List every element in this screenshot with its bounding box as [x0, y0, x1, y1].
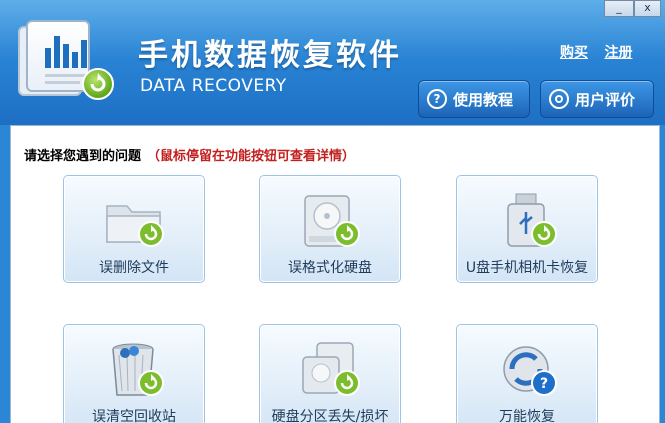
window-frame-left	[0, 125, 10, 423]
tile-label: 误删除文件	[99, 260, 169, 276]
register-link[interactable]: 注册	[604, 45, 632, 61]
buy-link[interactable]: 购买	[560, 45, 588, 61]
tile-label: 误清空回收站	[92, 409, 176, 423]
review-icon	[549, 89, 569, 109]
window-controls: _ x	[604, 0, 661, 17]
app-subtitle: DATA RECOVERY	[140, 76, 287, 96]
prompt-hint: （鼠标停留在功能按钮可查看详情）	[147, 149, 356, 164]
header-links: 购买 注册	[560, 42, 644, 62]
user-review-button[interactable]: 用户评价	[540, 80, 654, 118]
tutorial-label: 使用教程	[453, 90, 514, 109]
minimize-button[interactable]: _	[604, 0, 634, 17]
prompt-text: 请选择您遇到的问题	[24, 149, 142, 164]
tile-deleted-files[interactable]: 误删除文件	[63, 175, 205, 283]
app-logo-icon	[18, 20, 114, 102]
svg-text:?: ?	[540, 376, 548, 392]
close-button[interactable]: x	[634, 0, 661, 17]
help-icon: ?	[427, 89, 447, 109]
review-label: 用户评价	[575, 90, 636, 109]
universal-recover-icon: ?	[494, 341, 564, 399]
recover-arrow-icon	[82, 68, 114, 100]
tile-recycle-bin[interactable]: 误清空回收站	[63, 324, 205, 423]
tile-label: 硬盘分区丢失/损坏	[271, 409, 389, 423]
tile-usb-card-recovery[interactable]: U盘手机相机卡恢复	[456, 175, 598, 283]
tile-formatted-disk[interactable]: 误格式化硬盘	[259, 175, 401, 283]
tile-universal-recovery[interactable]: ? 万能恢复	[456, 324, 598, 423]
tutorial-button[interactable]: ? 使用教程	[418, 80, 530, 118]
problem-prompt: 请选择您遇到的问题 （鼠标停留在功能按钮可查看详情）	[24, 145, 355, 164]
usb-recover-icon	[494, 192, 564, 250]
tile-partition-recovery[interactable]: 硬盘分区丢失/损坏	[259, 324, 401, 423]
partition-recover-icon	[297, 341, 367, 399]
hard-drive-recover-icon	[297, 192, 367, 250]
app-title: 手机数据恢复软件	[138, 38, 402, 73]
tile-label: U盘手机相机卡恢复	[465, 260, 589, 276]
tile-label: 万能恢复	[499, 409, 555, 423]
window-frame-right	[660, 125, 665, 423]
recycle-bin-recover-icon	[101, 341, 171, 399]
folder-recover-icon	[101, 192, 171, 250]
tile-label: 误格式化硬盘	[288, 260, 372, 276]
